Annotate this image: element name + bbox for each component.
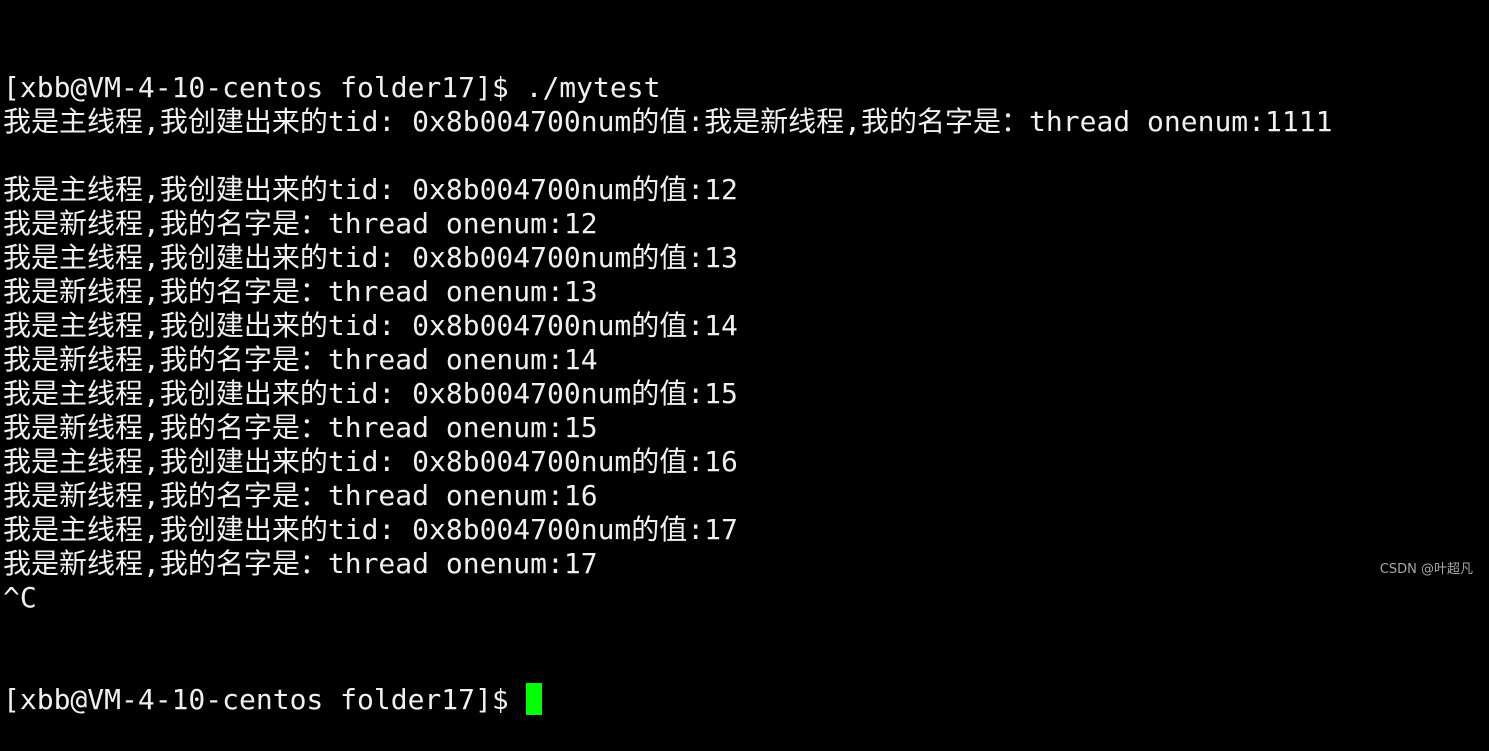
watermark: CSDN @叶超凡 <box>1379 562 1473 577</box>
prompt-line[interactable]: [xbb@VM-4-10-centos folder17]$ <box>3 683 1332 717</box>
terminal-line: 我是新线程,我的名字是：thread onenum:17 <box>3 547 598 580</box>
terminal-line: 我是新线程,我的名字是：thread onenum:12 <box>3 207 598 240</box>
text-cursor <box>525 683 542 715</box>
terminal-line: 我是主线程,我创建出来的tid: 0x8b004700num的值:15 <box>3 377 738 410</box>
terminal-line: 我是新线程,我的名字是：thread onenum:13 <box>3 275 598 308</box>
terminal-line: 我是主线程,我创建出来的tid: 0x8b004700num的值:12 <box>3 173 738 206</box>
terminal-line: 我是主线程,我创建出来的tid: 0x8b004700num的值:16 <box>3 445 738 478</box>
terminal-line: 我是主线程,我创建出来的tid: 0x8b004700num的值:我是新线程,我… <box>3 105 1333 138</box>
terminal-line: ^C <box>3 581 37 614</box>
terminal-line: 我是主线程,我创建出来的tid: 0x8b004700num的值:14 <box>3 309 738 342</box>
terminal-line: [xbb@VM-4-10-centos folder17]$ ./mytest <box>3 71 661 104</box>
terminal-line: 我是新线程,我的名字是：thread onenum:16 <box>3 479 598 512</box>
terminal-line: 我是新线程,我的名字是：thread onenum:15 <box>3 411 598 444</box>
terminal-line: 我是主线程,我创建出来的tid: 0x8b004700num的值:13 <box>3 241 738 274</box>
terminal-line: 我是主线程,我创建出来的tid: 0x8b004700num的值:17 <box>3 513 738 546</box>
shell-prompt: [xbb@VM-4-10-centos folder17]$ <box>3 683 509 716</box>
terminal-output[interactable]: [xbb@VM-4-10-centos folder17]$ ./mytest 我… <box>3 3 1332 751</box>
terminal-line: 我是新线程,我的名字是：thread onenum:14 <box>3 343 598 376</box>
